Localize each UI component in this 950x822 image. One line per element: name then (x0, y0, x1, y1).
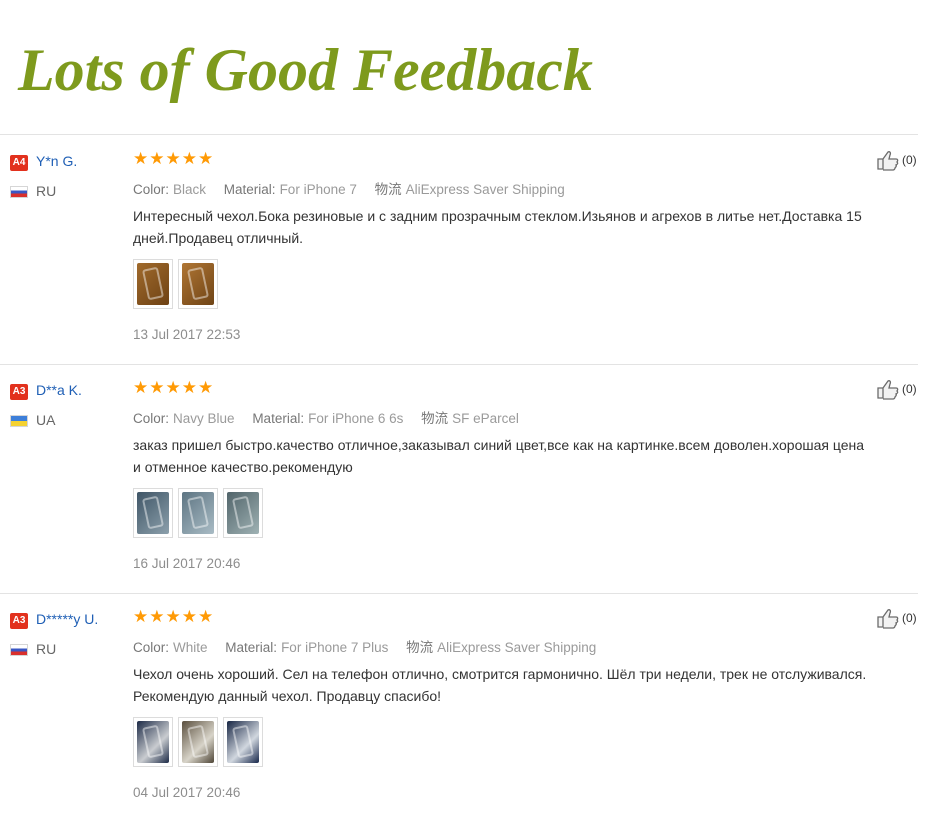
review-photos (133, 488, 263, 538)
material-label: Material: (225, 640, 278, 655)
review-photo-thumbnail[interactable] (133, 717, 173, 767)
review-photo-thumbnail[interactable] (178, 259, 218, 309)
shipping-label: 物流 (421, 411, 449, 426)
star-icon: ★ (149, 149, 165, 168)
buyer-level-badge: A4 (10, 155, 28, 171)
star-icon: ★ (181, 149, 197, 168)
color-value: White (173, 640, 208, 655)
reviewer-name[interactable]: D**a K. (36, 382, 82, 398)
review-photos (133, 259, 218, 309)
color-label: Color: (133, 640, 170, 655)
review-photo-thumbnail[interactable] (223, 717, 263, 767)
helpful-count: (0) (902, 153, 917, 167)
review-comment: Чехол очень хороший. Сел на телефон отли… (133, 666, 867, 704)
banner-title: Lots of Good Feedback (18, 37, 593, 103)
star-rating: ★ ★ ★ ★ ★ (133, 607, 213, 627)
helpful-button[interactable]: (0) (876, 607, 917, 629)
star-icon: ★ (149, 607, 165, 626)
review-item: A3 D**a K. UA ★ ★ ★ ★ ★ Color: Navy Blue Mate… (0, 364, 930, 593)
helpful-button[interactable]: (0) (876, 149, 917, 171)
material-value: For iPhone 7 Plus (281, 640, 389, 655)
helpful-count: (0) (902, 382, 917, 396)
review-item: A3 D*****y U. RU ★ ★ ★ ★ ★ Color: White Mater… (0, 593, 930, 822)
helpful-count: (0) (902, 611, 917, 625)
material-value: For iPhone 6 6s (308, 411, 404, 426)
star-icon: ★ (165, 149, 181, 168)
reviewer-country: RU (36, 183, 57, 199)
star-icon: ★ (133, 378, 149, 397)
thumbs-up-icon (876, 149, 900, 171)
reviewer-name[interactable]: D*****y U. (36, 611, 98, 627)
reviewer-name[interactable]: Y*n G. (36, 153, 77, 169)
star-icon: ★ (181, 378, 197, 397)
star-icon: ★ (198, 607, 214, 626)
review-photo-thumbnail[interactable] (223, 488, 263, 538)
shipping-value: AliExpress Saver Shipping (437, 640, 597, 655)
shipping-label: 物流 (374, 182, 402, 197)
thumbs-up-icon (876, 378, 900, 400)
review-photos (133, 717, 263, 767)
color-label: Color: (133, 182, 170, 197)
reviewer-country: RU (36, 641, 57, 657)
review-date: 04 Jul 2017 20:46 (133, 785, 241, 800)
shipping-value: AliExpress Saver Shipping (405, 182, 565, 197)
star-icon: ★ (149, 378, 165, 397)
star-icon: ★ (165, 607, 181, 626)
reviewer-country: UA (36, 412, 56, 428)
review-photo-thumbnail[interactable] (133, 259, 173, 309)
review-photo-thumbnail[interactable] (178, 488, 218, 538)
star-icon: ★ (133, 607, 149, 626)
star-icon: ★ (198, 378, 214, 397)
country-flag-icon (10, 415, 28, 427)
thumbs-up-icon (876, 607, 900, 629)
star-icon: ★ (165, 378, 181, 397)
product-attributes: Color: Navy Blue Material: For iPhone 6 6s… (133, 407, 533, 427)
country-flag-icon (10, 644, 28, 656)
review-photo-thumbnail[interactable] (178, 717, 218, 767)
star-icon: ★ (181, 607, 197, 626)
material-value: For iPhone 7 (279, 182, 357, 197)
material-label: Material: (223, 182, 276, 197)
helpful-button[interactable]: (0) (876, 378, 917, 400)
material-label: Material: (252, 411, 305, 426)
review-item: A4 Y*n G. RU ★ ★ ★ ★ ★ Color: Black Material:… (0, 135, 930, 364)
review-date: 13 Jul 2017 22:53 (133, 327, 241, 342)
product-attributes: Color: White Material: For iPhone 7 Plus 物… (133, 636, 610, 656)
shipping-label: 物流 (406, 640, 434, 655)
star-icon: ★ (198, 149, 214, 168)
color-label: Color: (133, 411, 170, 426)
buyer-level-badge: A3 (10, 613, 28, 629)
shipping-value: SF eParcel (452, 411, 519, 426)
country-flag-icon (10, 186, 28, 198)
star-rating: ★ ★ ★ ★ ★ (133, 149, 213, 169)
star-rating: ★ ★ ★ ★ ★ (133, 378, 213, 398)
review-date: 16 Jul 2017 20:46 (133, 556, 241, 571)
star-icon: ★ (133, 149, 149, 168)
product-attributes: Color: Black Material: For iPhone 7 物流 AliE… (133, 178, 579, 198)
review-comment: заказ пришел быстро.качество отличное,за… (133, 437, 865, 475)
color-value: Black (173, 182, 207, 197)
color-value: Navy Blue (173, 411, 235, 426)
buyer-level-badge: A3 (10, 384, 28, 400)
review-comment: Интересный чехол.Бока резиновые и с задн… (133, 208, 862, 246)
review-photo-thumbnail[interactable] (133, 488, 173, 538)
